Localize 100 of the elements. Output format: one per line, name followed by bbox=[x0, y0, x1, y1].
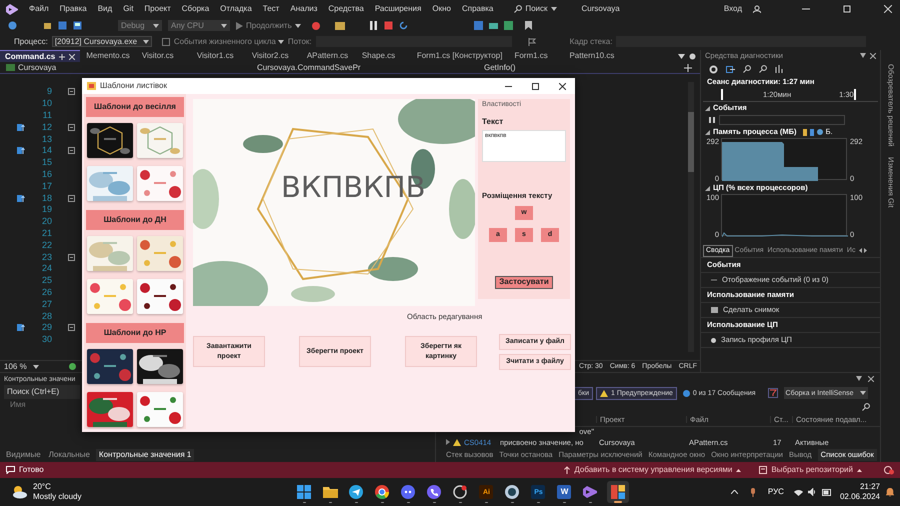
menu-item[interactable]: Git bbox=[123, 5, 134, 13]
maximize-icon[interactable] bbox=[532, 82, 539, 90]
editor-tab[interactable]: APattern.cs bbox=[300, 50, 356, 62]
menu-item[interactable]: Правка bbox=[60, 5, 87, 13]
menu-item[interactable]: Окно bbox=[432, 5, 451, 13]
hot-reload-icon[interactable] bbox=[310, 20, 321, 30]
search-icon[interactable] bbox=[862, 403, 870, 411]
vs-logo-icon[interactable] bbox=[6, 4, 18, 14]
wifi-icon[interactable] bbox=[794, 488, 803, 496]
add-icon[interactable] bbox=[684, 64, 692, 72]
collapse-icon[interactable] bbox=[68, 324, 75, 332]
menu-item[interactable]: Справка bbox=[462, 5, 494, 13]
record-icon[interactable] bbox=[711, 338, 716, 342]
menu-item[interactable]: Проект bbox=[144, 5, 171, 13]
collapse-icon[interactable] bbox=[68, 254, 75, 261]
breadcrumb-class[interactable]: Cursovaya.CommandSavePr bbox=[257, 64, 484, 72]
filter-icon[interactable] bbox=[768, 388, 778, 398]
ring-icon[interactable] bbox=[453, 485, 468, 499]
reference-icon[interactable] bbox=[17, 194, 26, 202]
chevron-up-icon[interactable] bbox=[730, 490, 738, 494]
menu-caret-icon[interactable] bbox=[860, 53, 866, 59]
folder-icon[interactable] bbox=[334, 22, 345, 30]
folder-icon[interactable] bbox=[322, 486, 338, 498]
vs-logo-icon[interactable] bbox=[583, 485, 598, 499]
panel-tab[interactable]: Контрольные значения 1 bbox=[96, 449, 194, 461]
reference-icon[interactable] bbox=[17, 324, 26, 332]
clock-time[interactable]: 21:27 bbox=[860, 483, 880, 491]
editor-tab[interactable]: Shape.cs bbox=[356, 50, 411, 62]
weather-widget[interactable]: 20°C Mostly cloudy bbox=[12, 483, 82, 501]
collapse-triangle-icon[interactable] bbox=[705, 130, 710, 134]
search-button[interactable]: Поиск bbox=[514, 5, 557, 13]
timeline-handle[interactable] bbox=[854, 89, 856, 100]
start-icon[interactable] bbox=[297, 485, 312, 499]
reference-icon[interactable] bbox=[17, 147, 26, 154]
pause-icon[interactable] bbox=[368, 21, 378, 30]
paper-plane-icon[interactable] bbox=[349, 485, 364, 499]
editor-tab[interactable]: Visitor2.cs bbox=[246, 50, 301, 62]
editor-tab[interactable]: Visitor.cs bbox=[136, 50, 191, 62]
platform-dropdown[interactable]: Any CPU bbox=[168, 20, 230, 31]
panel-tab[interactable]: Локальные bbox=[46, 449, 92, 461]
navigate-icon[interactable] bbox=[8, 21, 17, 30]
speaker-icon[interactable] bbox=[808, 488, 817, 496]
close-icon[interactable] bbox=[559, 82, 566, 90]
continue-button[interactable]: Продолжить bbox=[236, 22, 301, 30]
apply-button[interactable]: Застосувати bbox=[495, 276, 553, 288]
configuration-dropdown[interactable]: Debug bbox=[118, 20, 162, 31]
export-icon[interactable] bbox=[726, 64, 735, 74]
tab-list-icon[interactable] bbox=[678, 52, 685, 60]
editor-tab[interactable]: Visitor1.cs bbox=[190, 50, 246, 62]
expand-icon[interactable] bbox=[446, 439, 450, 446]
menu-item[interactable]: Тест bbox=[262, 5, 280, 13]
editor-tab[interactable]: Pattern10.cs bbox=[563, 50, 620, 62]
breakpoint-icon[interactable] bbox=[474, 21, 483, 30]
editor-tab[interactable]: Form1.cs bbox=[508, 50, 564, 62]
collapse-icon[interactable] bbox=[68, 88, 75, 96]
scrollbar-thumb[interactable] bbox=[688, 112, 694, 172]
menu-item[interactable]: Сборка bbox=[182, 5, 210, 13]
bookmark-icon[interactable] bbox=[524, 21, 532, 30]
editor-tab[interactable]: Form1.cs [Конструктор] bbox=[410, 50, 508, 62]
panel-tab[interactable]: Видимые bbox=[4, 449, 43, 461]
editor-tab[interactable]: Memento.cs bbox=[80, 50, 136, 62]
settings-icon[interactable] bbox=[709, 64, 718, 74]
breadcrumb-project[interactable]: Cursovaya bbox=[18, 64, 257, 72]
collapse-triangle-icon[interactable] bbox=[705, 186, 710, 190]
close-icon[interactable] bbox=[868, 376, 874, 382]
collapse-icon[interactable] bbox=[68, 124, 75, 131]
restore-icon[interactable] bbox=[843, 5, 851, 13]
flag-icon[interactable] bbox=[528, 38, 536, 46]
menu-item[interactable]: Средства bbox=[328, 5, 364, 13]
pause-icon[interactable] bbox=[709, 117, 715, 123]
timeline-handle[interactable] bbox=[721, 89, 723, 100]
clock-date[interactable]: 02.06.2024 bbox=[840, 493, 880, 501]
save-icon[interactable] bbox=[58, 21, 67, 30]
menu-item[interactable]: Отладка bbox=[220, 5, 252, 13]
close-icon[interactable] bbox=[870, 53, 876, 59]
layout-icon[interactable] bbox=[504, 21, 513, 30]
stop-icon[interactable] bbox=[384, 21, 393, 30]
chart-icon[interactable] bbox=[775, 65, 783, 73]
collapse-icon[interactable] bbox=[68, 147, 75, 154]
zoom-in-icon[interactable] bbox=[743, 65, 751, 73]
microphone-icon[interactable] bbox=[750, 488, 756, 496]
process-dropdown[interactable]: [20912] Cursovaya.exe bbox=[52, 36, 152, 47]
repository-button[interactable]: Выбрать репозиторий bbox=[759, 466, 862, 474]
search-field[interactable]: Поиск (Ctrl+E) bbox=[4, 385, 80, 399]
disc-icon[interactable] bbox=[505, 485, 520, 499]
reference-icon[interactable] bbox=[17, 124, 26, 131]
menu-item[interactable]: Вид bbox=[98, 5, 112, 13]
breadcrumb-method[interactable]: GetInfo() bbox=[484, 64, 516, 72]
zoom-dropdown[interactable]: 106 % bbox=[4, 362, 39, 370]
message-icon[interactable] bbox=[6, 466, 15, 474]
bell-icon[interactable] bbox=[886, 488, 894, 496]
collapse-icon[interactable] bbox=[68, 194, 75, 202]
menu-caret-icon[interactable] bbox=[856, 376, 862, 382]
save-all-icon[interactable] bbox=[73, 21, 82, 30]
notification-icon[interactable] bbox=[884, 465, 894, 475]
settings-icon[interactable] bbox=[689, 52, 696, 60]
browser-icon[interactable] bbox=[375, 485, 390, 499]
language-indicator[interactable]: РУС bbox=[768, 488, 784, 496]
pin-icon[interactable] bbox=[59, 54, 66, 60]
restart-icon[interactable] bbox=[398, 21, 408, 30]
